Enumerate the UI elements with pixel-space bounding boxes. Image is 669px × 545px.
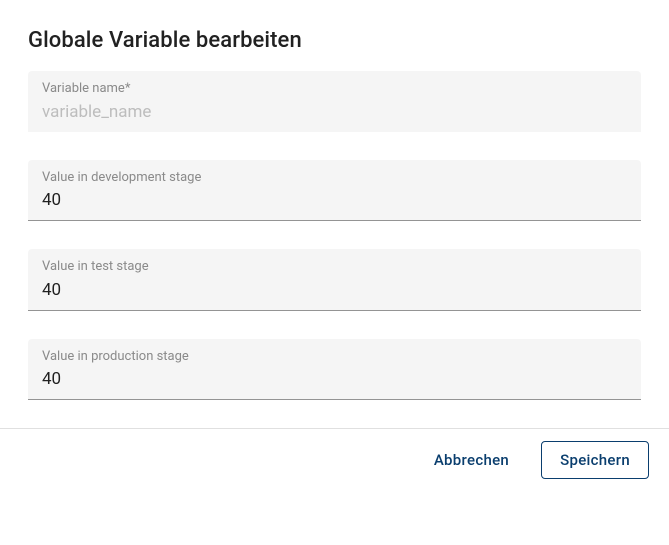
dialog-actions: Abbrechen Speichern bbox=[0, 428, 669, 494]
cancel-button[interactable]: Abbrechen bbox=[428, 442, 515, 478]
prod-value-field-container: Value in production stage bbox=[28, 339, 641, 401]
variable-name-label: Variable name* bbox=[42, 81, 627, 97]
test-value-field-container: Value in test stage bbox=[28, 249, 641, 311]
variable-name-field-container: Variable name* bbox=[28, 71, 641, 132]
test-value-label: Value in test stage bbox=[42, 259, 627, 275]
field-group-dev-value: Value in development stage bbox=[28, 160, 641, 222]
dev-value-field-container: Value in development stage bbox=[28, 160, 641, 222]
test-value-input[interactable] bbox=[42, 279, 627, 302]
field-group-variable-name: Variable name* bbox=[28, 71, 641, 132]
field-group-test-value: Value in test stage bbox=[28, 249, 641, 311]
field-group-prod-value: Value in production stage bbox=[28, 339, 641, 401]
prod-value-label: Value in production stage bbox=[42, 349, 627, 365]
edit-global-variable-dialog: Globale Variable bearbeiten Variable nam… bbox=[0, 0, 669, 400]
dev-value-input[interactable] bbox=[42, 189, 627, 212]
prod-value-input[interactable] bbox=[42, 368, 627, 391]
dialog-title: Globale Variable bearbeiten bbox=[28, 28, 641, 53]
variable-name-input[interactable] bbox=[42, 101, 627, 124]
dev-value-label: Value in development stage bbox=[42, 170, 627, 186]
save-button[interactable]: Speichern bbox=[541, 441, 649, 479]
